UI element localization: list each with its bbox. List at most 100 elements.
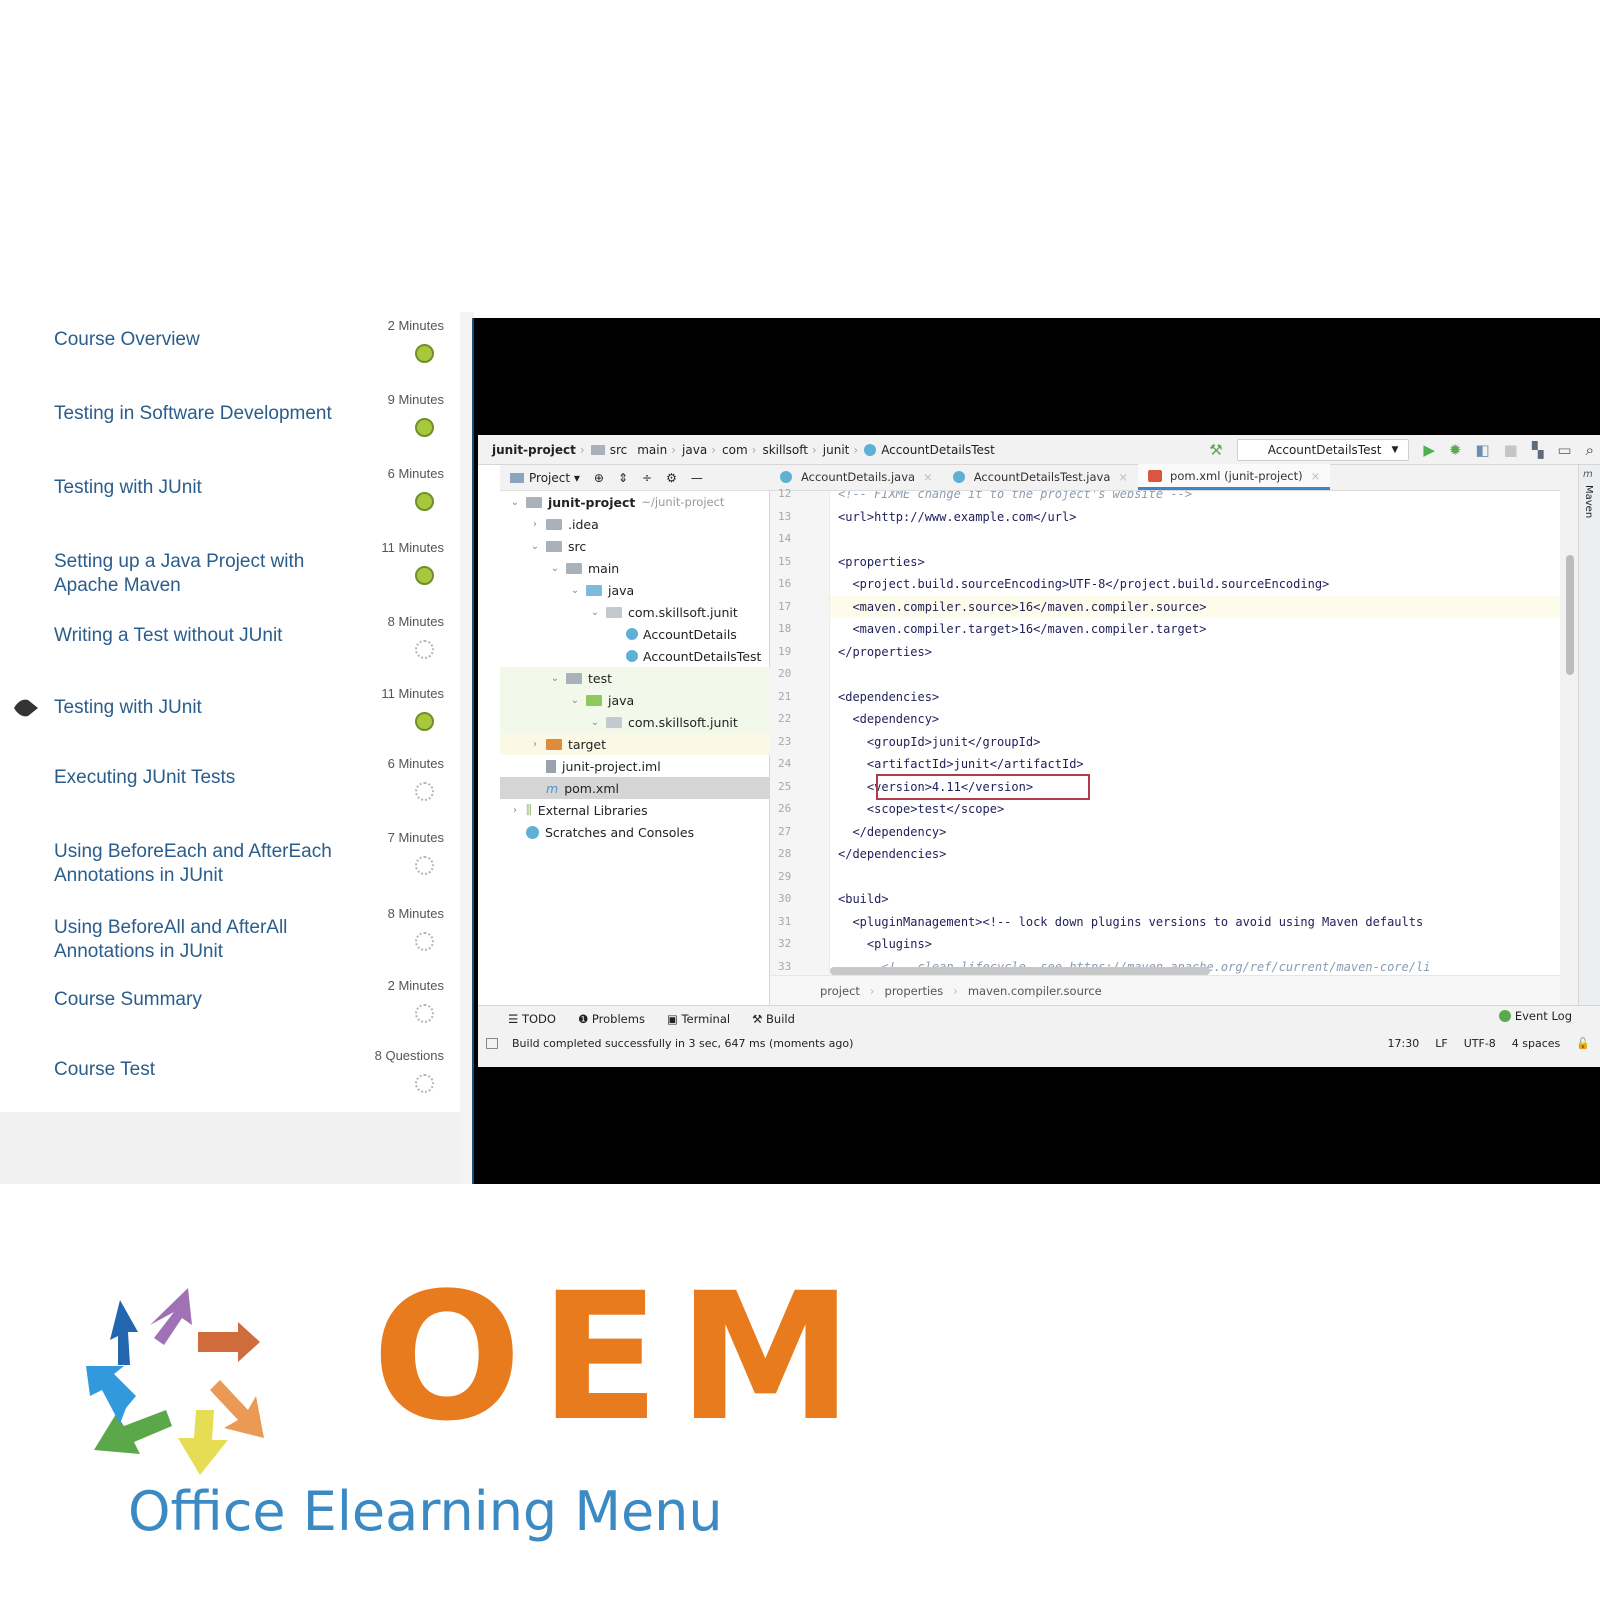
close-icon[interactable]: × — [1118, 470, 1128, 484]
code-crumb-project[interactable]: project — [820, 984, 860, 998]
tree-item[interactable]: AccountDetailsTest — [500, 645, 770, 667]
caret-position[interactable]: 17:30 — [1388, 1037, 1420, 1050]
event-log-button[interactable]: Event Log — [1498, 1009, 1572, 1023]
course-title[interactable]: Setting up a Java Project with Apache Ma… — [54, 550, 334, 598]
lock-icon[interactable]: 🔓 — [1576, 1037, 1590, 1050]
course-item[interactable]: Executing JUnit Tests 6 Minutes — [0, 756, 450, 826]
project-structure-icon[interactable]: ▚ — [1532, 442, 1544, 458]
chevron-down-icon[interactable]: ⌄ — [548, 673, 562, 684]
incomplete-status-icon — [415, 782, 434, 801]
tree-item[interactable]: ⌄ junit-project ~/junit-project — [500, 491, 770, 513]
status-message[interactable]: Build completed successfully in 3 sec, 6… — [512, 1037, 853, 1050]
line-separator[interactable]: LF — [1435, 1037, 1447, 1050]
close-icon[interactable]: × — [923, 470, 933, 484]
editor-tab[interactable]: AccountDetailsTest.java × — [943, 464, 1138, 490]
course-item[interactable]: Setting up a Java Project with Apache Ma… — [0, 540, 450, 610]
search-icon[interactable]: ⌕ — [1586, 442, 1594, 458]
tree-item[interactable]: m pom.xml — [500, 777, 770, 799]
course-item[interactable]: Testing with JUnit 11 Minutes — [0, 686, 450, 756]
chevron-down-icon[interactable]: ⌄ — [588, 717, 602, 728]
maven-tool-tab[interactable]: Maven — [1583, 485, 1594, 518]
locate-icon[interactable]: ⊕ — [594, 471, 604, 485]
chevron-right-icon[interactable]: › — [528, 739, 542, 750]
breadcrumb-com[interactable]: com — [722, 443, 748, 457]
course-item[interactable]: Testing with JUnit 6 Minutes — [0, 466, 450, 536]
window-icon[interactable]: ▭ — [1557, 442, 1571, 458]
todo-tab[interactable]: ☰ TODO — [508, 1012, 556, 1026]
course-item[interactable]: Using BeforeAll and AfterAll Annotations… — [0, 906, 450, 976]
course-title[interactable]: Using BeforeEach and AfterEach Annotatio… — [54, 840, 334, 888]
chevron-right-icon[interactable]: › — [508, 805, 522, 816]
breadcrumb-main[interactable]: main — [637, 443, 667, 457]
tree-item[interactable]: AccountDetails — [500, 623, 770, 645]
collapse-all-icon[interactable]: ÷ — [642, 471, 652, 485]
tree-item[interactable]: junit-project.iml — [500, 755, 770, 777]
course-item[interactable]: Course Summary 2 Minutes — [0, 978, 450, 1048]
close-icon[interactable]: × — [1311, 469, 1321, 483]
tree-item[interactable]: ⌄ java — [500, 579, 770, 601]
course-title[interactable]: Testing in Software Development — [54, 402, 334, 426]
tree-item[interactable]: Scratches and Consoles — [500, 821, 770, 843]
chevron-down-icon[interactable]: ⌄ — [588, 607, 602, 618]
hide-icon[interactable]: — — [691, 471, 703, 485]
chevron-down-icon[interactable]: ⌄ — [568, 585, 582, 596]
course-title[interactable]: Course Summary — [54, 988, 334, 1012]
chevron-down-icon[interactable]: ⌄ — [568, 695, 582, 706]
debug-icon[interactable]: ✹ — [1449, 442, 1462, 458]
tree-item[interactable]: ⌄ java — [500, 689, 770, 711]
breadcrumb-java[interactable]: java — [682, 443, 707, 457]
expand-all-icon[interactable]: ⇕ — [618, 471, 628, 485]
course-item[interactable]: Testing in Software Development 9 Minutes — [0, 392, 450, 462]
course-duration: 2 Minutes — [387, 318, 444, 333]
code-crumb-properties[interactable]: properties — [885, 984, 944, 998]
tree-item[interactable]: ⌄ com.skillsoft.junit — [500, 601, 770, 623]
tree-item[interactable]: ⌄ test — [500, 667, 770, 689]
chevron-down-icon[interactable]: ⌄ — [528, 541, 542, 552]
course-item[interactable]: Course Overview 2 Minutes — [0, 318, 450, 388]
code-editor[interactable]: <!-- FIXME change it to the project's we… — [830, 491, 1560, 975]
course-title[interactable]: Executing JUnit Tests — [54, 766, 334, 790]
tree-item[interactable]: ⌄ com.skillsoft.junit — [500, 711, 770, 733]
editor-tab[interactable]: pom.xml (junit-project) × — [1138, 464, 1331, 490]
editor-horizontal-scrollbar[interactable] — [830, 967, 1210, 975]
breadcrumb-class[interactable]: AccountDetailsTest — [881, 443, 995, 457]
run-icon[interactable]: ▶ — [1423, 442, 1435, 458]
chevron-down-icon[interactable]: ⌄ — [548, 563, 562, 574]
course-title[interactable]: Course Overview — [54, 328, 334, 352]
breadcrumb-src[interactable]: src — [610, 443, 628, 457]
tree-item[interactable]: › target — [500, 733, 770, 755]
breadcrumb-junit[interactable]: junit — [823, 443, 850, 457]
build-hammer-icon[interactable]: ⚒ — [1209, 442, 1222, 458]
line-number: 12 — [778, 487, 792, 500]
breadcrumb-project[interactable]: junit-project — [492, 443, 576, 457]
editor-vertical-scrollbar[interactable] — [1566, 555, 1574, 675]
indent-setting[interactable]: 4 spaces — [1512, 1037, 1561, 1050]
terminal-tab[interactable]: ▣ Terminal — [667, 1012, 730, 1026]
course-title[interactable]: Course Test — [54, 1058, 334, 1082]
gear-icon[interactable]: ⚙ — [666, 471, 677, 485]
stop-icon[interactable]: ■ — [1504, 442, 1518, 458]
course-title[interactable]: Testing with JUnit — [54, 476, 334, 500]
chevron-down-icon[interactable]: ⌄ — [508, 497, 522, 508]
tree-item[interactable]: ⌄ src — [500, 535, 770, 557]
tree-item[interactable]: › .idea — [500, 513, 770, 535]
project-view-select[interactable]: Project ▾ — [510, 471, 580, 485]
problems-tab[interactable]: ❶ Problems — [578, 1012, 645, 1026]
course-title[interactable]: Writing a Test without JUnit — [54, 624, 334, 648]
code-crumb-source[interactable]: maven.compiler.source — [968, 984, 1102, 998]
tree-item[interactable]: ⌄ main — [500, 557, 770, 579]
course-item[interactable]: Using BeforeEach and AfterEach Annotatio… — [0, 830, 450, 900]
build-tab[interactable]: ⚒ Build — [752, 1012, 795, 1026]
status-window-icon[interactable] — [486, 1037, 498, 1049]
course-title[interactable]: Using BeforeAll and AfterAll Annotations… — [54, 916, 334, 964]
coverage-icon[interactable]: ◧ — [1475, 442, 1489, 458]
course-item[interactable]: Writing a Test without JUnit 8 Minutes — [0, 614, 450, 684]
file-encoding[interactable]: UTF-8 — [1464, 1037, 1496, 1050]
course-item[interactable]: Course Test 8 Questions — [0, 1048, 450, 1118]
editor-tab[interactable]: AccountDetails.java × — [770, 464, 943, 490]
tree-item[interactable]: › ⫼ External Libraries — [500, 799, 770, 821]
breadcrumb-skillsoft[interactable]: skillsoft — [762, 443, 808, 457]
chevron-right-icon[interactable]: › — [528, 519, 542, 530]
course-title[interactable]: Testing with JUnit — [54, 696, 334, 720]
run-configuration-select[interactable]: AccountDetailsTest ▼ — [1236, 439, 1410, 461]
